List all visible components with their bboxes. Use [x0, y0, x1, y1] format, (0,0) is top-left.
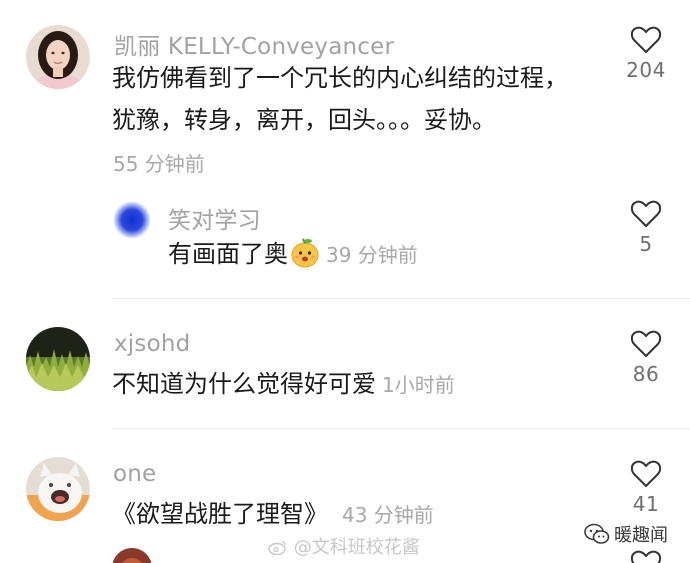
- timestamp: 1小时前: [382, 373, 455, 397]
- wechat-icon: [584, 523, 610, 544]
- comment-text: 我仿佛看到了一个冗长的内心纠结的过程，: [112, 59, 568, 98]
- comment-text-line: 《欲望战胜了理智》: [112, 500, 328, 528]
- brand-text: 暖趣闻: [614, 525, 668, 546]
- comment-list: 凯丽 KELLY-Conveyancer 我仿佛看到了一个冗长的内心纠结的过程，…: [0, 0, 690, 563]
- comment-text: 不知道为什么觉得好可爱 1小时前: [112, 365, 455, 405]
- divider: [112, 428, 690, 429]
- comment-text-line: 不知道为什么觉得好可爱: [112, 370, 376, 398]
- timestamp: 55 分钟前: [113, 152, 205, 176]
- like-count: 86: [632, 362, 660, 386]
- username[interactable]: one: [113, 461, 156, 487]
- avatar[interactable]: [26, 327, 90, 391]
- like-button[interactable]: 5: [616, 200, 676, 256]
- timestamp: 39 分钟前: [326, 243, 418, 267]
- comment-text-line: 我仿佛看到了一个冗长的内心纠结的过程，: [112, 64, 568, 92]
- avatar[interactable]: [26, 457, 90, 521]
- divider: [112, 298, 690, 299]
- avatar[interactable]: [112, 548, 152, 563]
- comment-text: 犹豫，转身，离开，回头。。。妥协。: [112, 101, 496, 140]
- avatar[interactable]: [112, 200, 152, 240]
- like-button[interactable]: 86: [616, 330, 676, 386]
- like-button[interactable]: 41: [616, 460, 676, 516]
- watermark-text: @文科班校花酱: [293, 537, 420, 558]
- brand-mark: 暖趣闻: [584, 521, 668, 547]
- like-count: 5: [639, 232, 653, 256]
- comment-text-line: 有画面了奥: [168, 240, 288, 268]
- comment-text-line: 犹豫，转身，离开，回头。。。妥协。: [112, 106, 496, 134]
- watermark: @文科班校花酱: [268, 533, 420, 559]
- username[interactable]: 笑对学习: [168, 201, 261, 235]
- heart-icon: [630, 460, 662, 487]
- like-button[interactable]: [616, 550, 676, 563]
- like-button[interactable]: 204: [616, 26, 676, 82]
- heart-icon: [630, 550, 662, 563]
- comment-text: 《欲望战胜了理智》 43 分钟前: [112, 495, 434, 535]
- username[interactable]: 凯丽 KELLY-Conveyancer: [114, 27, 394, 61]
- avatar[interactable]: [26, 25, 90, 89]
- like-count: 204: [626, 58, 666, 82]
- heart-icon: [630, 26, 662, 53]
- like-count: 41: [632, 492, 660, 516]
- comment-text: 有画面了奥 39 分钟前: [168, 235, 418, 275]
- weibo-icon: [268, 541, 286, 556]
- heart-icon: [630, 200, 662, 227]
- username[interactable]: xjsohd: [114, 331, 190, 357]
- mango-face-emoji: [291, 238, 319, 268]
- heart-icon: [630, 330, 662, 357]
- timestamp: 43 分钟前: [342, 503, 434, 527]
